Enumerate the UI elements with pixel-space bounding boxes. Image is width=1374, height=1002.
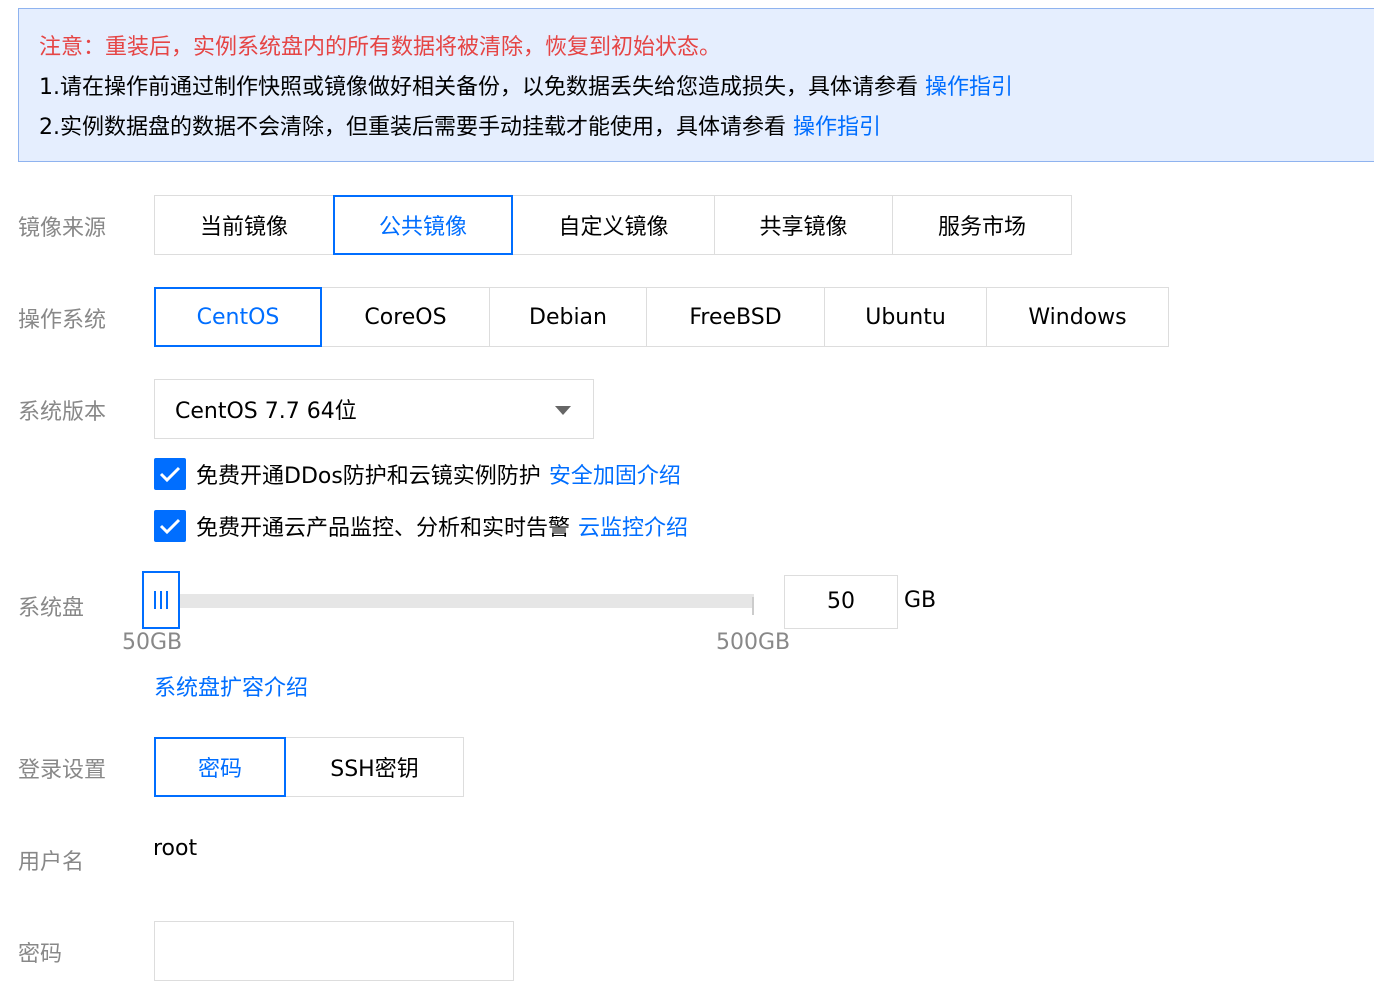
version-label: 系统版本 bbox=[18, 400, 107, 425]
disk-slider-track[interactable] bbox=[160, 594, 754, 608]
monitor-check-text: 免费开通云产品监控、分析和实时告警 bbox=[196, 516, 571, 541]
login-password-option[interactable]: 密码 bbox=[154, 737, 286, 797]
password-input[interactable] bbox=[154, 921, 514, 981]
disk-size-unit: GB bbox=[904, 588, 937, 613]
notice-line-1-text: 1.请在操作前通过制作快照或镜像做好相关备份，以免数据丢失给您造成损失，具体请参… bbox=[39, 75, 918, 100]
reinstall-notice: 注意：重装后，实例系统盘内的所有数据将被清除，恢复到初始状态。 1.请在操作前通… bbox=[18, 8, 1374, 162]
os-coreos[interactable]: CoreOS bbox=[321, 287, 490, 347]
image-source-shared[interactable]: 共享镜像 bbox=[714, 195, 893, 255]
version-select-value: CentOS 7.7 64位 bbox=[175, 399, 357, 424]
notice-line-1: 1.请在操作前通过制作快照或镜像做好相关备份，以免数据丢失给您造成损失，具体请参… bbox=[39, 73, 1013, 103]
login-method-selector: 密码 SSH密钥 bbox=[154, 737, 464, 797]
login-ssh-key-option[interactable]: SSH密钥 bbox=[285, 737, 464, 797]
image-source-marketplace[interactable]: 服务市场 bbox=[892, 195, 1072, 255]
notice-warning: 注意：重装后，实例系统盘内的所有数据将被清除，恢复到初始状态。 bbox=[39, 35, 722, 60]
os-centos[interactable]: CentOS bbox=[154, 287, 322, 347]
os-windows[interactable]: Windows bbox=[986, 287, 1169, 347]
os-ubuntu[interactable]: Ubuntu bbox=[824, 287, 987, 347]
security-check-text: 免费开通DDos防护和云镜实例防护 bbox=[196, 464, 541, 489]
monitor-check-row: 免费开通云产品监控、分析和实时告警 云监控介绍 bbox=[154, 510, 688, 542]
security-hardening-link[interactable]: 安全加固介绍 bbox=[549, 458, 681, 490]
guide-link-1[interactable]: 操作指引 bbox=[925, 75, 1013, 100]
image-source-label: 镜像来源 bbox=[18, 216, 107, 241]
monitor-checkbox[interactable] bbox=[154, 510, 186, 542]
username-label: 用户名 bbox=[18, 850, 85, 875]
system-disk-label: 系统盘 bbox=[18, 596, 85, 621]
disk-slider-handle[interactable] bbox=[142, 571, 180, 629]
disk-max-label: 500GB bbox=[716, 630, 791, 655]
cloud-monitor-link[interactable]: 云监控介绍 bbox=[578, 510, 688, 542]
disk-slider-end bbox=[752, 597, 754, 615]
disk-min-label: 50GB bbox=[122, 630, 183, 655]
disk-expansion-link[interactable]: 系统盘扩容介绍 bbox=[154, 670, 308, 702]
version-select[interactable]: CentOS 7.7 64位 bbox=[154, 379, 594, 439]
password-label: 密码 bbox=[18, 942, 63, 967]
username-value: root bbox=[153, 836, 198, 861]
os-debian[interactable]: Debian bbox=[489, 287, 647, 347]
image-source-selector: 当前镜像 公共镜像 自定义镜像 共享镜像 服务市场 bbox=[154, 195, 1072, 255]
notice-line-2: 2.实例数据盘的数据不会清除，但重装后需要手动挂载才能使用，具体请参看 操作指引 bbox=[39, 113, 881, 143]
checkmark-icon bbox=[159, 466, 181, 483]
security-checkbox[interactable] bbox=[154, 458, 186, 490]
image-source-current[interactable]: 当前镜像 bbox=[154, 195, 334, 255]
chevron-down-icon bbox=[555, 406, 571, 415]
login-settings-label: 登录设置 bbox=[18, 758, 107, 783]
image-source-public[interactable]: 公共镜像 bbox=[333, 195, 513, 255]
security-check-row: 免费开通DDos防护和云镜实例防护 安全加固介绍 bbox=[154, 458, 681, 490]
checkmark-icon bbox=[159, 518, 181, 535]
os-freebsd[interactable]: FreeBSD bbox=[646, 287, 825, 347]
guide-link-2[interactable]: 操作指引 bbox=[793, 115, 881, 140]
image-source-custom[interactable]: 自定义镜像 bbox=[512, 195, 715, 255]
os-selector: CentOS CoreOS Debian FreeBSD Ubuntu Wind… bbox=[154, 287, 1169, 347]
notice-line-2-text: 2.实例数据盘的数据不会清除，但重装后需要手动挂载才能使用，具体请参看 bbox=[39, 115, 786, 140]
disk-size-input[interactable]: 50 bbox=[784, 575, 898, 629]
os-label: 操作系统 bbox=[18, 308, 107, 333]
